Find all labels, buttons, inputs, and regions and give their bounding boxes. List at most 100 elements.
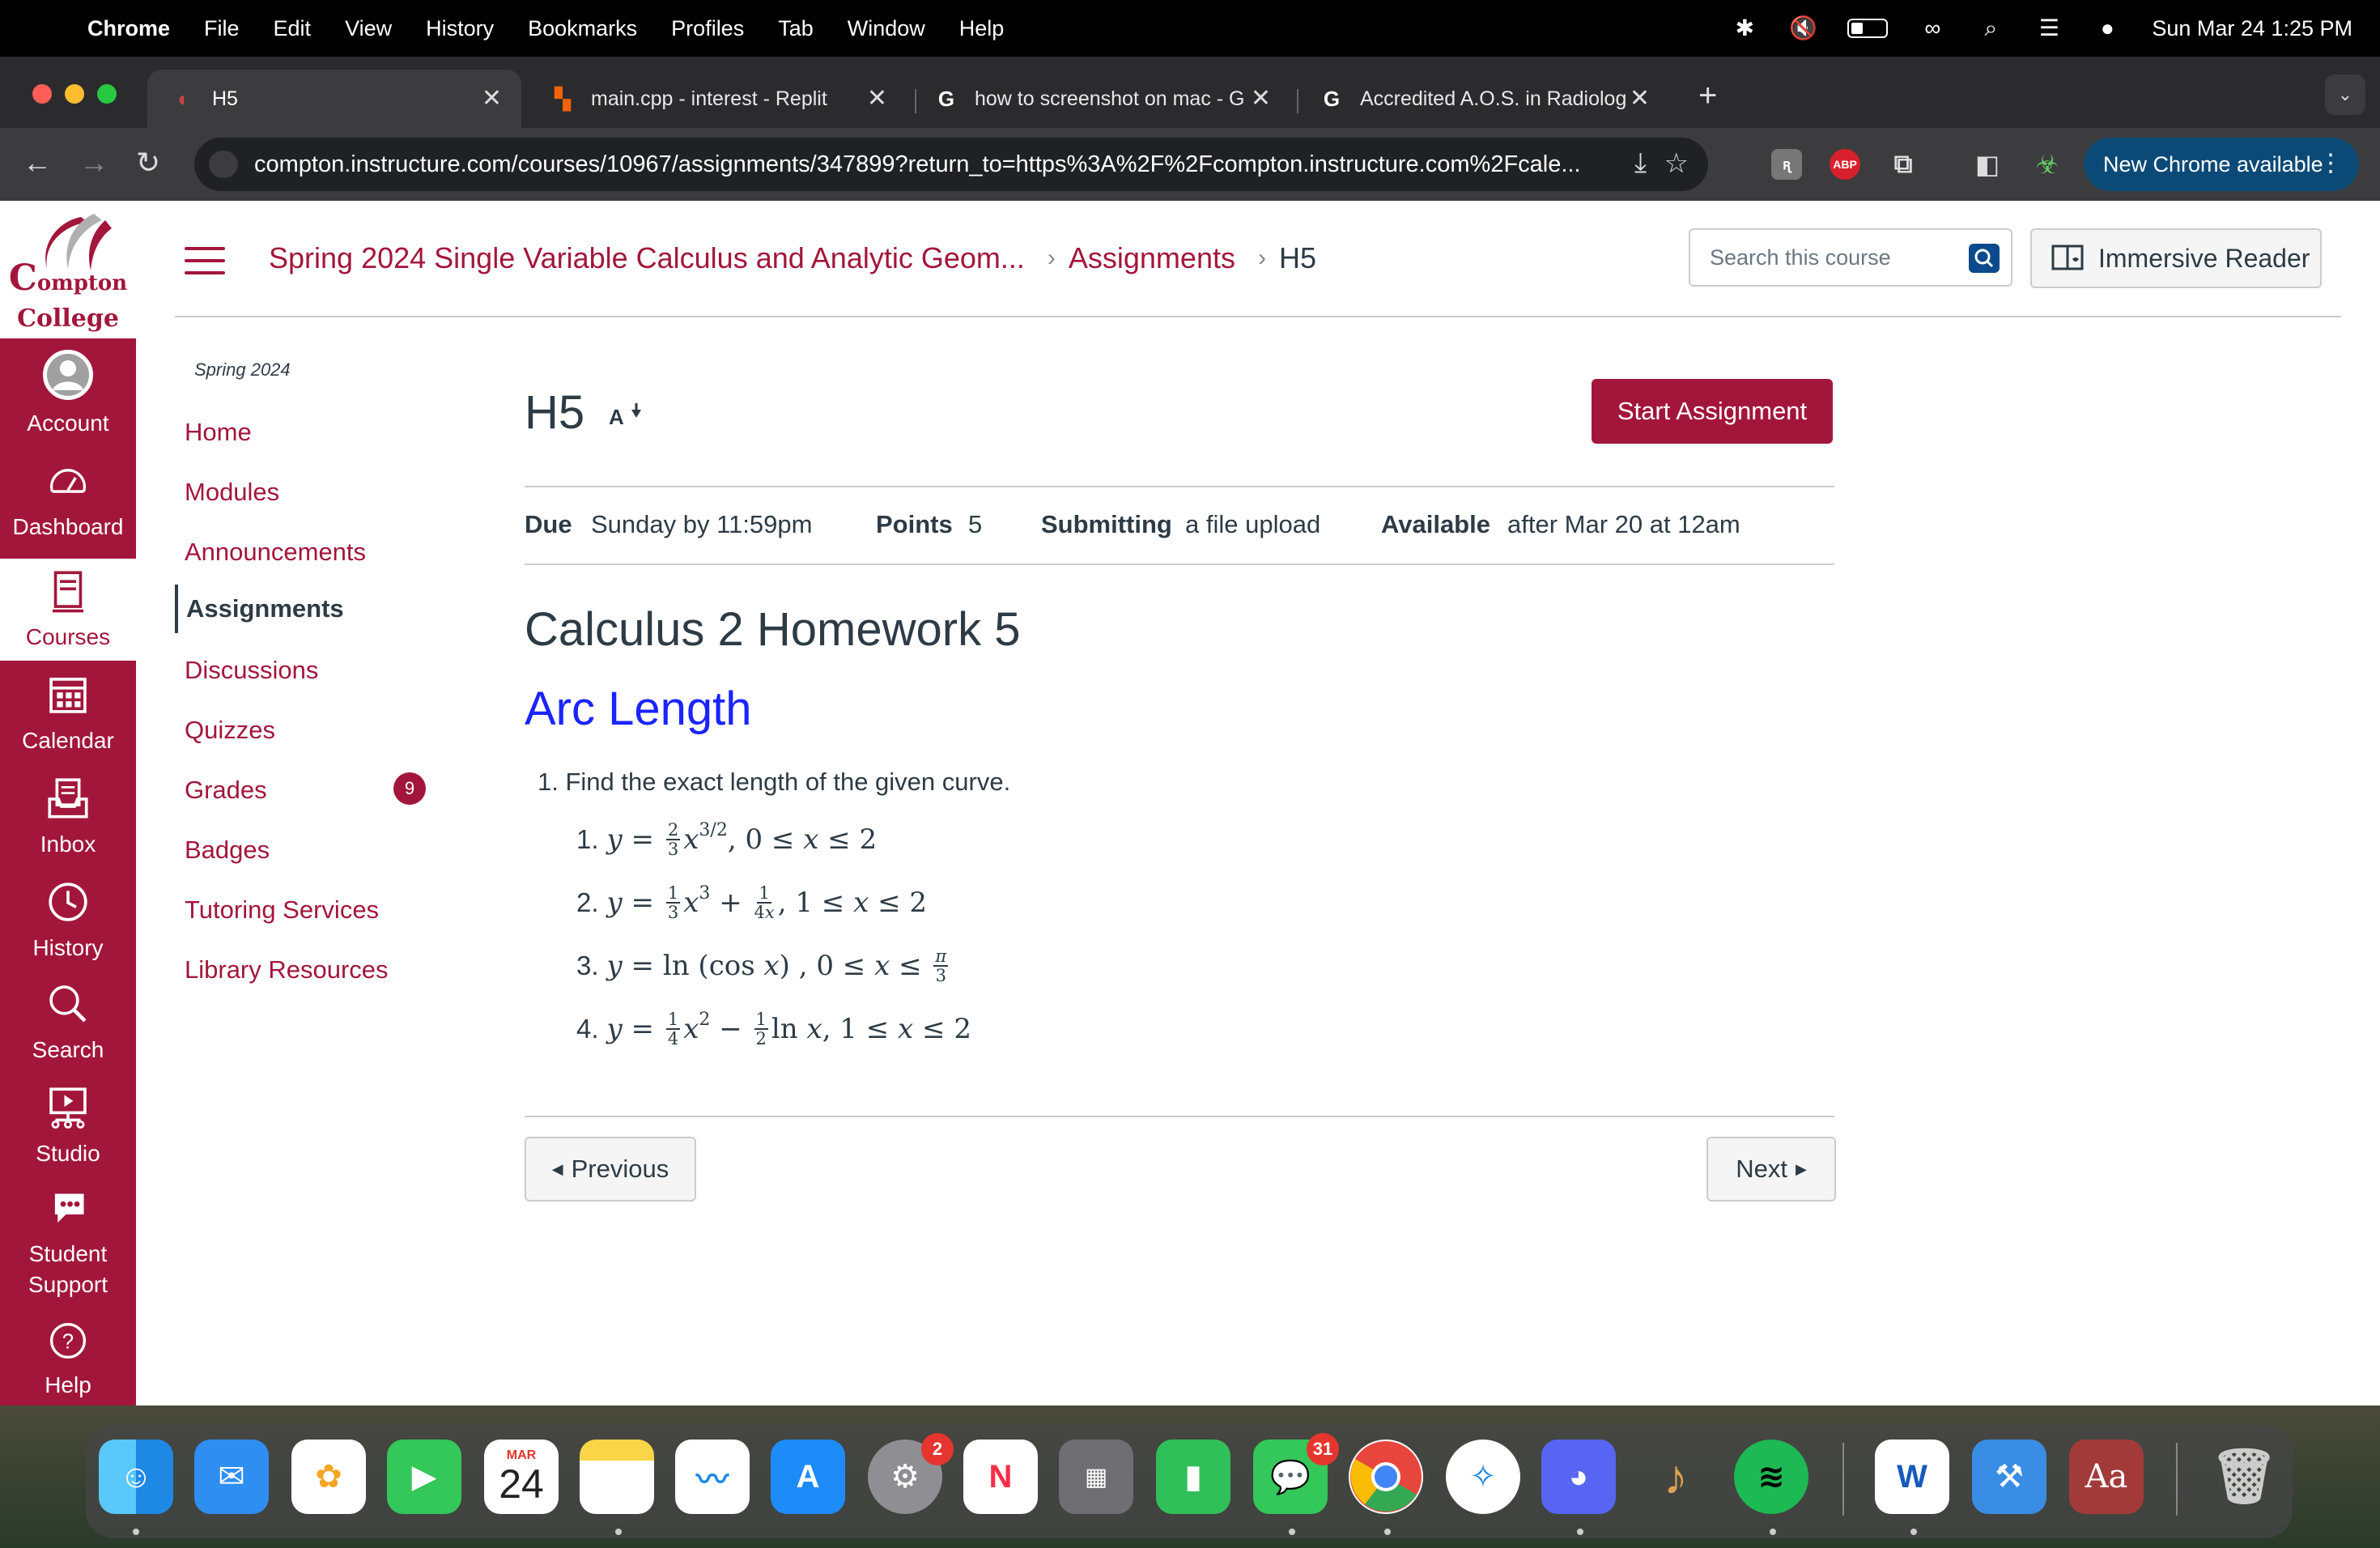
running-indicator <box>1770 1529 1776 1535</box>
siri-icon[interactable]: ● <box>2093 16 2121 40</box>
course-nav-announcements[interactable]: Announcements <box>185 538 366 567</box>
global-nav-calendar[interactable]: Calendar <box>0 670 136 768</box>
launchpad-icon[interactable]: ▦ <box>1059 1440 1133 1514</box>
global-nav-studio[interactable]: Studio <box>0 1083 136 1180</box>
menu-window[interactable]: Window <box>848 16 925 41</box>
course-nav-assignments[interactable]: Assignments <box>175 585 344 633</box>
course-menu-toggle-button[interactable] <box>185 247 225 274</box>
course-nav-home[interactable]: Home <box>185 418 252 447</box>
spotlight-icon[interactable]: ⌕ <box>1977 16 2004 40</box>
tab-google-screenshot[interactable]: G how to screenshot on mac - G ✕ <box>910 70 1290 128</box>
microsoft-word-icon[interactable]: W <box>1875 1440 1949 1514</box>
running-indicator <box>133 1529 139 1535</box>
breadcrumb-assignments-link[interactable]: Assignments <box>1069 241 1235 275</box>
mute-icon[interactable]: 🔇 <box>1789 16 1817 40</box>
facetime-icon[interactable]: ▶ <box>387 1440 461 1514</box>
finder-icon[interactable]: ☺ <box>99 1440 173 1514</box>
dictionary-icon[interactable]: Aa <box>2069 1440 2144 1514</box>
course-nav-badges[interactable]: Badges <box>185 836 270 865</box>
breadcrumb-course-link[interactable]: Spring 2024 Single Variable Calculus and… <box>269 241 1025 275</box>
profile-avatar-icon[interactable]: ☣ <box>2032 149 2063 180</box>
menu-bookmarks[interactable]: Bookmarks <box>528 16 637 41</box>
tab-radiology[interactable]: G Accredited A.O.S. in Radiolog ✕ <box>1295 70 1669 128</box>
garageband-icon[interactable]: ♪ <box>1638 1440 1713 1514</box>
side-panel-icon[interactable]: ◧ <box>1972 149 2003 180</box>
new-tab-icon[interactable]: + <box>1698 78 1717 114</box>
forward-arrow-icon[interactable]: → <box>79 146 108 180</box>
mail-icon[interactable]: ✉ <box>194 1440 269 1514</box>
extensions-puzzle-icon[interactable]: ⧉ <box>1888 149 1919 180</box>
course-nav-discussions[interactable]: Discussions <box>185 656 318 685</box>
close-tab-icon[interactable]: ✕ <box>482 84 502 113</box>
mastery-paths-icon[interactable]: A <box>609 402 648 431</box>
minimize-window-button[interactable] <box>65 84 84 104</box>
photos-icon[interactable]: ✿ <box>291 1440 366 1514</box>
global-nav-inbox[interactable]: Inbox <box>0 774 136 871</box>
close-tab-icon[interactable]: ✕ <box>1251 84 1271 113</box>
battery-icon[interactable] <box>1847 19 1889 38</box>
menu-app-name[interactable]: Chrome <box>87 16 170 41</box>
chrome-menu-icon[interactable]: ⋮ <box>2318 149 2343 177</box>
global-nav-help[interactable]: ? Help <box>0 1318 136 1399</box>
freeform-icon[interactable]: 〰 <box>675 1440 750 1514</box>
tab-replit[interactable]: ▚ main.cpp - interest - Replit ✕ <box>526 70 907 128</box>
course-nav-tutoring-services[interactable]: Tutoring Services <box>185 895 379 925</box>
global-nav-dashboard[interactable]: Dashboard <box>0 460 136 549</box>
global-nav-courses[interactable]: Courses <box>0 559 136 661</box>
global-nav-account[interactable]: Account <box>0 348 136 445</box>
calendar-app-icon[interactable]: MAR 24 <box>484 1440 559 1514</box>
search-submit-button[interactable] <box>1969 244 2000 273</box>
menubar-clock[interactable]: Sun Mar 24 1:25 PM <box>2152 16 2352 41</box>
svg-text:A: A <box>609 405 624 429</box>
global-nav-student-support[interactable]: Student Support <box>0 1187 136 1316</box>
course-search-input[interactable]: Search this course <box>1689 228 2012 287</box>
menu-file[interactable]: File <box>204 16 240 41</box>
menu-view[interactable]: View <box>345 16 392 41</box>
menu-tab[interactable]: Tab <box>778 16 814 41</box>
zoom-window-button[interactable] <box>97 84 117 104</box>
news-icon[interactable]: N <box>963 1440 1038 1514</box>
app-store-icon[interactable]: A <box>771 1440 845 1514</box>
google-favicon-icon: G <box>937 86 955 111</box>
site-settings-icon[interactable] <box>209 151 238 178</box>
install-app-icon[interactable]: ⤓ <box>1634 147 1647 179</box>
close-window-button[interactable] <box>32 84 52 104</box>
immersive-reader-button[interactable]: Immersive Reader <box>2030 228 2322 288</box>
adblock-plus-icon[interactable]: ABP <box>1830 149 1860 180</box>
global-nav-history[interactable]: History <box>0 878 136 975</box>
discord-icon[interactable]: ◕ <box>1541 1440 1616 1514</box>
close-tab-icon[interactable]: ✕ <box>1630 84 1650 113</box>
start-assignment-button[interactable]: Start Assignment <box>1592 379 1833 444</box>
course-nav-quizzes[interactable]: Quizzes <box>185 716 275 745</box>
xcode-icon[interactable]: ⚒ <box>1972 1440 2046 1514</box>
course-nav-modules[interactable]: Modules <box>185 478 279 507</box>
menu-edit[interactable]: Edit <box>274 16 312 41</box>
next-button[interactable]: Next ▶ <box>1706 1137 1836 1201</box>
close-tab-icon[interactable]: ✕ <box>867 84 887 113</box>
global-nav-search[interactable]: Search <box>0 980 136 1077</box>
numbers-icon[interactable]: ▮ <box>1156 1440 1230 1514</box>
menu-profiles[interactable]: Profiles <box>671 16 744 41</box>
trash-icon[interactable]: 🗑 <box>2207 1440 2281 1514</box>
reload-icon[interactable]: ↻ <box>136 146 160 180</box>
new-chrome-available-button[interactable]: New Chrome available ⋮ <box>2084 138 2359 191</box>
menu-history[interactable]: History <box>426 16 494 41</box>
tab-search-chevron-icon[interactable]: ⌄ <box>2325 74 2365 115</box>
address-bar[interactable]: compton.instructure.com/courses/10967/as… <box>194 138 1708 191</box>
compton-college-logo[interactable]: Compton College <box>0 201 136 338</box>
control-center-icon[interactable]: ☰ <box>2035 16 2063 40</box>
link-icon[interactable]: ∞ <box>1919 16 1946 40</box>
previous-button[interactable]: ◀ Previous <box>525 1137 696 1201</box>
tab-h5[interactable]: ◐ H5 ✕ <box>147 70 521 128</box>
bookmark-star-icon[interactable]: ☆ <box>1664 147 1689 180</box>
back-arrow-icon[interactable]: ← <box>23 146 52 180</box>
safari-icon[interactable]: ✧ <box>1446 1440 1520 1514</box>
chrome-icon[interactable] <box>1349 1440 1423 1514</box>
notes-icon[interactable] <box>580 1440 654 1514</box>
extension-r-icon[interactable]: ꭆ <box>1771 149 1802 180</box>
menu-help[interactable]: Help <box>959 16 1005 41</box>
course-nav-grades[interactable]: Grades <box>185 776 267 805</box>
spotify-icon[interactable]: ≋ <box>1734 1440 1808 1514</box>
bluetooth-icon[interactable]: ✱ <box>1731 16 1758 40</box>
course-nav-library-resources[interactable]: Library Resources <box>185 955 389 985</box>
